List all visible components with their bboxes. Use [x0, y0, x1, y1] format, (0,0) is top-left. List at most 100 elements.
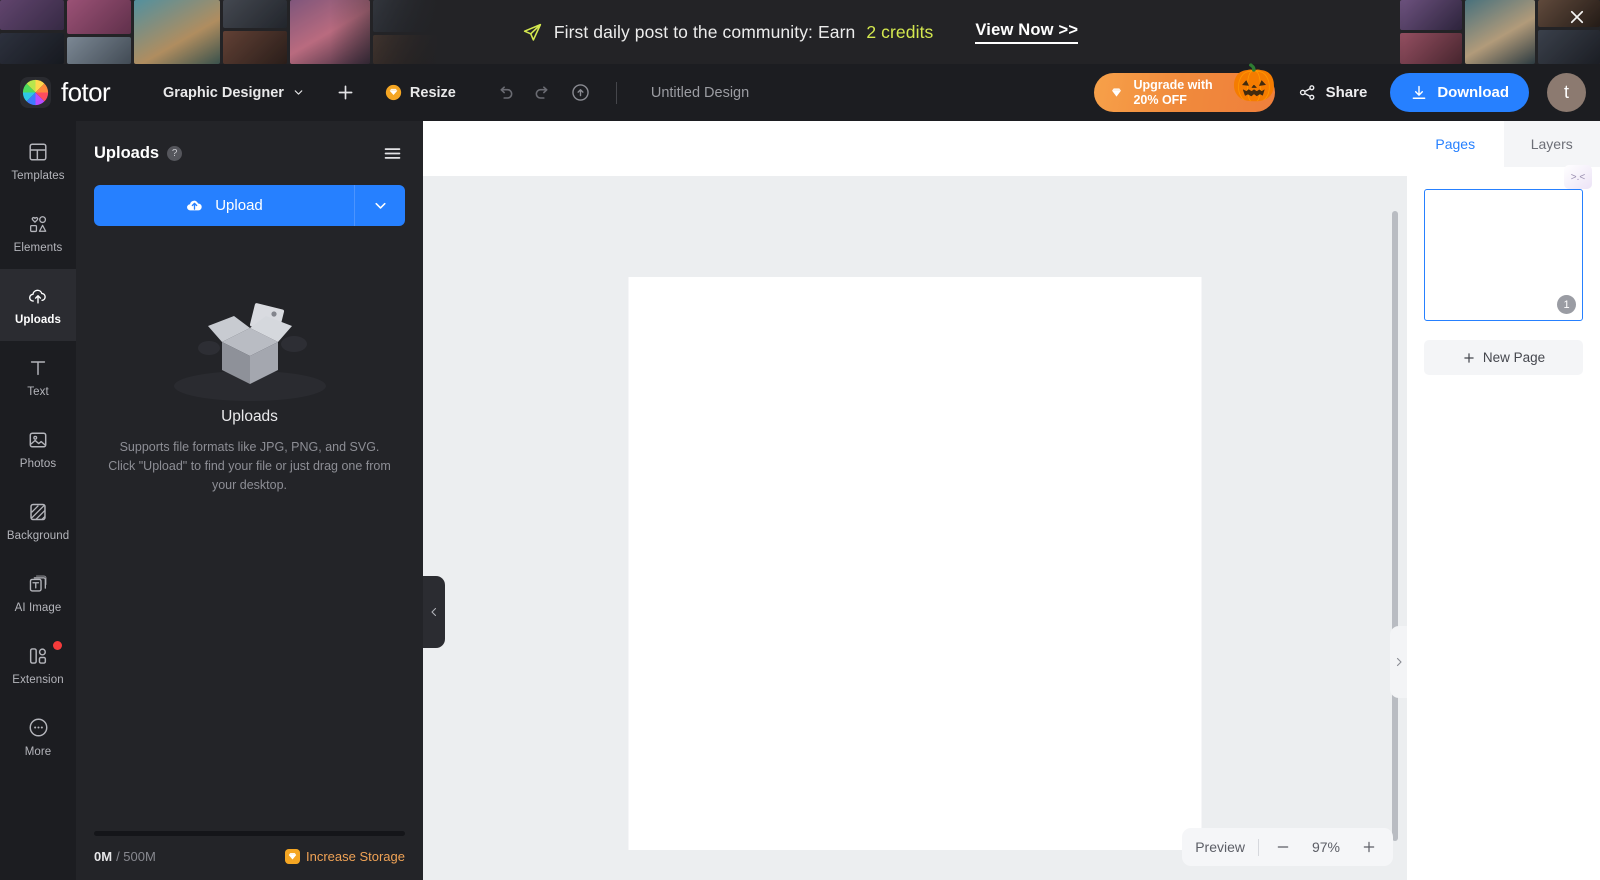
pages-list: 1 New Page	[1407, 167, 1600, 880]
sidebar-label: AI Image	[14, 601, 62, 614]
uploads-cloud-icon	[27, 285, 49, 307]
diamond-icon	[385, 84, 402, 101]
canvas-context-toolbar[interactable]	[423, 121, 1407, 176]
promo-fade-right	[1275, 0, 1405, 64]
fotor-logo-icon	[20, 77, 51, 108]
chevron-left-icon	[428, 606, 440, 618]
hamburger-menu-icon[interactable]	[382, 143, 403, 164]
photos-icon	[27, 429, 49, 451]
sidebar-item-background[interactable]: Background	[0, 485, 76, 557]
panel-title: Uploads	[94, 144, 160, 162]
avatar[interactable]: t	[1547, 73, 1586, 112]
sidebar-label: Photos	[19, 457, 57, 470]
sidebar-item-extension[interactable]: Extension	[0, 629, 76, 701]
page-number-badge: 1	[1557, 295, 1576, 314]
download-button[interactable]: Download	[1390, 73, 1529, 112]
undo-button[interactable]	[486, 74, 524, 112]
pages-panel: Pages Layers >.< 1 New Page	[1407, 121, 1600, 880]
more-dots-icon	[27, 716, 50, 739]
empty-state-title: Uploads	[221, 408, 278, 425]
new-page-button[interactable]: New Page	[1424, 340, 1583, 375]
sidebar-label: Text	[27, 385, 49, 398]
toolbar-divider	[615, 81, 617, 104]
preview-button[interactable]: Preview	[1195, 839, 1245, 855]
open-box-icon	[164, 282, 336, 402]
download-label: Download	[1437, 84, 1509, 101]
mode-selector-label: Graphic Designer	[163, 84, 284, 101]
upload-button-label: Upload	[215, 197, 263, 214]
sidebar-item-photos[interactable]: Photos	[0, 413, 76, 485]
extension-icon	[27, 645, 49, 667]
tab-pages[interactable]: Pages	[1407, 121, 1504, 167]
storage-section: 0M / 500M Increase Storage	[76, 831, 423, 880]
promo-fade-left	[330, 0, 460, 64]
promo-content: First daily post to the community: Earn …	[522, 21, 1079, 44]
pumpkin-icon: 🎃	[1231, 62, 1277, 103]
sidebar-item-more[interactable]: More	[0, 701, 76, 773]
templates-icon	[27, 141, 49, 163]
upload-button[interactable]: Upload	[94, 185, 354, 226]
uploads-panel: Uploads ? Upload Uploads Supports file f…	[76, 121, 445, 880]
notification-badge-dot	[53, 641, 62, 650]
promo-view-now-button[interactable]: View Now >>	[975, 21, 1079, 44]
sidebar-item-ai-image[interactable]: AI Image	[0, 557, 76, 629]
page-thumbnail[interactable]: 1	[1424, 189, 1583, 321]
storage-meta: 0M / 500M Increase Storage	[94, 849, 405, 864]
collapse-right-panel-handle[interactable]	[1390, 626, 1407, 698]
collapse-left-panel-handle[interactable]	[423, 576, 445, 648]
cloud-icon	[185, 196, 204, 215]
sidebar-item-elements[interactable]: Elements	[0, 197, 76, 269]
zoom-controls: Preview 97%	[1182, 828, 1393, 866]
upload-dropdown-button[interactable]	[354, 185, 405, 226]
promo-message-text: First daily post to the community: Earn	[553, 21, 856, 42]
sidebar-label: Background	[6, 529, 70, 542]
upgrade-button[interactable]: Upgrade with 20% OFF 🎃	[1094, 65, 1277, 112]
artboard[interactable]	[628, 277, 1202, 850]
redo-icon	[533, 83, 553, 103]
collapse-panel-icon[interactable]: >.<	[1564, 165, 1592, 189]
plus-icon	[335, 82, 356, 103]
canvas-stage: Preview 97%	[423, 121, 1407, 880]
storage-used: 0M	[94, 849, 113, 864]
zoom-out-button[interactable]	[1272, 836, 1294, 858]
zoom-in-button[interactable]	[1358, 836, 1380, 858]
sidebar-item-text[interactable]: Text	[0, 341, 76, 413]
cloud-save-button[interactable]	[562, 74, 600, 112]
share-button[interactable]: Share	[1289, 76, 1377, 109]
sidebar-label: Elements	[13, 241, 63, 254]
cloud-upload-icon	[570, 82, 591, 103]
fotor-logo[interactable]: fotor	[20, 77, 111, 108]
chevron-right-icon	[1393, 656, 1405, 668]
close-icon[interactable]	[1568, 8, 1586, 31]
canvas-viewport[interactable]: Preview 97%	[423, 176, 1407, 880]
promo-credits-highlight: 2 credits	[866, 21, 934, 42]
gem-icon	[1109, 85, 1124, 100]
canvas-vertical-scrollbar[interactable]	[1392, 211, 1398, 841]
sidebar-item-uploads[interactable]: Uploads	[0, 269, 76, 341]
sidebar-item-templates[interactable]: Templates	[0, 125, 76, 197]
zoom-level[interactable]: 97%	[1307, 839, 1345, 855]
sidebar-label: More	[24, 746, 52, 758]
new-page-label: New Page	[1482, 350, 1546, 365]
question-mark-icon[interactable]: ?	[167, 146, 183, 161]
upload-button-group: Upload	[94, 185, 405, 226]
add-page-button[interactable]	[327, 74, 365, 112]
ai-image-icon	[27, 573, 49, 595]
tab-layers[interactable]: Layers	[1503, 121, 1600, 167]
resize-button[interactable]: Resize	[377, 78, 464, 107]
uploads-panel-header: Uploads ?	[76, 121, 423, 164]
document-title[interactable]: Untitled Design	[651, 85, 749, 101]
chevron-down-icon	[292, 86, 305, 99]
empty-state-description: Supports file formats like JPG, PNG, and…	[108, 440, 391, 492]
increase-storage-button[interactable]: Increase Storage	[284, 849, 405, 864]
mode-selector[interactable]: Graphic Designer	[163, 85, 305, 101]
upgrade-label: Upgrade with 20% OFF	[1133, 78, 1213, 107]
paper-plane-icon	[522, 22, 543, 43]
uploads-empty-state: Uploads Supports file formats like JPG, …	[76, 226, 423, 831]
plus-icon	[1462, 351, 1476, 365]
share-icon	[1298, 83, 1317, 102]
promo-message: First daily post to the community: Earn …	[522, 22, 934, 43]
undo-icon	[495, 83, 515, 103]
redo-button[interactable]	[524, 74, 562, 112]
toolbar-right-group: Upgrade with 20% OFF 🎃 Share Download t	[1094, 65, 1586, 112]
